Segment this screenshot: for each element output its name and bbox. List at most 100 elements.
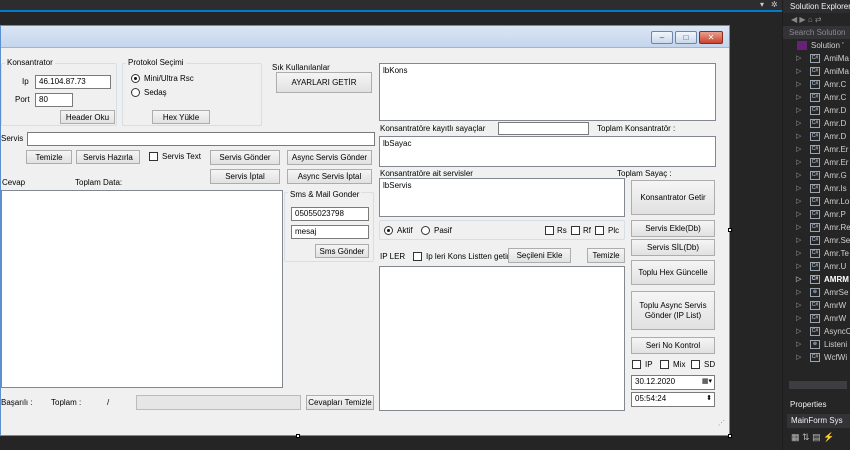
aktif-radio[interactable] [384, 226, 393, 235]
kayitli-sayac-field[interactable] [498, 122, 589, 135]
se-search-input[interactable]: Search Solution [783, 26, 850, 39]
expand-arrow-icon[interactable]: ▷ [796, 143, 801, 156]
project-item[interactable]: ▷ C# AsyncC [783, 325, 850, 338]
ayarlari-getir-button[interactable]: AYARLARI GETİR [276, 72, 372, 93]
project-item[interactable]: ▷ C# AmrW [783, 312, 850, 325]
calendar-dropdown-icon[interactable]: ▦▾ [702, 376, 712, 388]
plc-checkbox[interactable] [595, 226, 604, 235]
servis-temizle-button[interactable]: Temizle [26, 150, 72, 164]
se-horizontal-scrollbar[interactable] [789, 381, 847, 389]
expand-arrow-icon[interactable]: ▷ [796, 286, 801, 299]
sms-message-field[interactable]: mesaj [291, 225, 369, 239]
gear-icon[interactable]: ✲ [771, 0, 778, 9]
protokol-radio-sedas[interactable] [131, 88, 140, 97]
back-icon[interactable]: ◀ [791, 15, 797, 24]
selection-handle-bottom[interactable] [296, 434, 300, 438]
async-servis-iptal-button[interactable]: Async Servis İptal [287, 169, 372, 184]
expand-arrow-icon[interactable]: ▷ [796, 312, 801, 325]
konsantrator-getir-button[interactable]: Konsantrator Getir [631, 180, 715, 215]
expand-arrow-icon[interactable]: ▷ [796, 351, 801, 364]
sms-phone-field[interactable]: 05055023798 [291, 207, 369, 221]
expand-arrow-icon[interactable]: ▷ [796, 273, 801, 286]
alphabetical-icon[interactable]: ⇅ [802, 432, 810, 442]
servis-sil-button[interactable]: Servis SİL(Db) [631, 239, 715, 256]
sd-checkbox[interactable] [691, 360, 700, 369]
ipler-kons-checkbox[interactable] [413, 252, 422, 261]
project-item[interactable]: ▷ C# Amr.Re [783, 221, 850, 234]
hex-yukle-button[interactable]: Hex Yükle [152, 110, 210, 124]
rf-checkbox[interactable] [571, 226, 580, 235]
project-item[interactable]: ▷ C# Amr.Se [783, 234, 850, 247]
pasif-radio[interactable] [421, 226, 430, 235]
servis-iptal-button[interactable]: Servis İptal [210, 169, 280, 184]
home-icon[interactable]: ⌂ [808, 15, 813, 24]
project-item[interactable]: ▷ C# Amr.P [783, 208, 850, 221]
project-item[interactable]: ▷ C# AmiMa [783, 52, 850, 65]
minimize-button[interactable]: – [651, 31, 673, 44]
expand-arrow-icon[interactable]: ▷ [796, 195, 801, 208]
sayac-list[interactable]: lbSayac [379, 136, 716, 167]
mix-checkbox[interactable] [660, 360, 669, 369]
sync-icon[interactable]: ⇄ [815, 15, 822, 24]
port-field[interactable]: 80 [35, 93, 73, 107]
header-oku-button[interactable]: Header Oku [60, 110, 115, 124]
selection-handle-corner[interactable] [728, 434, 732, 438]
expand-arrow-icon[interactable]: ▷ [796, 65, 801, 78]
project-item[interactable]: ▷ C# Amr.Te [783, 247, 850, 260]
properties-object-selector[interactable]: MainForm Sys [787, 414, 850, 428]
project-item[interactable]: ▷ ⊕ Listeni [783, 338, 850, 351]
properties-icon[interactable]: ▤ [812, 432, 821, 442]
project-item[interactable]: ▷ C# Amr.Er [783, 143, 850, 156]
project-item[interactable]: ▷ C# Amr.Is [783, 182, 850, 195]
expand-arrow-icon[interactable]: ▷ [796, 91, 801, 104]
ip-field[interactable]: 46.104.87.73 [35, 75, 111, 89]
expand-arrow-icon[interactable]: ▷ [796, 52, 801, 65]
time-picker[interactable]: 05:54:24 ⬍ [631, 392, 715, 407]
project-item[interactable]: ▷ ⊕ AmrSe [783, 286, 850, 299]
expand-arrow-icon[interactable]: ▷ [796, 299, 801, 312]
kons-list[interactable]: lbKons [379, 63, 716, 121]
project-item[interactable]: ▷ C# Amr.G [783, 169, 850, 182]
spinner-icon[interactable]: ⬍ [706, 393, 712, 405]
expand-arrow-icon[interactable]: ▷ [796, 234, 801, 247]
expand-arrow-icon[interactable]: ▷ [796, 221, 801, 234]
toplu-async-button[interactable]: Toplu Async Servis Gönder (IP List) [631, 291, 715, 330]
toplu-hex-button[interactable]: Toplu Hex Güncelle [631, 260, 715, 285]
project-item[interactable]: ▷ C# Amr.D [783, 104, 850, 117]
categorized-icon[interactable]: ▦ [791, 432, 800, 442]
maximize-button[interactable]: □ [675, 31, 697, 44]
servis-gonder-button[interactable]: Servis Gönder [210, 150, 280, 165]
secileni-ekle-button[interactable]: Seçileni Ekle [508, 248, 571, 263]
resize-grip-icon[interactable]: ⋰ [718, 419, 725, 427]
expand-arrow-icon[interactable]: ▷ [796, 104, 801, 117]
servis-hazirla-button[interactable]: Servis Hazırla [76, 150, 140, 164]
close-button[interactable]: ✕ [699, 31, 723, 44]
cevap-textarea[interactable] [1, 190, 283, 388]
servis-ekle-button[interactable]: Servis Ekle(Db) [631, 220, 715, 237]
forward-icon[interactable]: ▶ [799, 15, 805, 24]
project-item[interactable]: ▷ C# Amr.Lo [783, 195, 850, 208]
ip-list[interactable] [379, 266, 625, 411]
expand-arrow-icon[interactable]: ▷ [796, 156, 801, 169]
expand-arrow-icon[interactable]: ▷ [796, 247, 801, 260]
expand-arrow-icon[interactable]: ▷ [796, 208, 801, 221]
servis-text-checkbox[interactable] [149, 152, 158, 161]
expand-arrow-icon[interactable]: ▷ [796, 130, 801, 143]
project-item[interactable]: ▷ C# Amr.Er [783, 156, 850, 169]
project-item[interactable]: ▷ C# WcfWi [783, 351, 850, 364]
project-item[interactable]: ▷ C# Amr.D [783, 117, 850, 130]
solution-node[interactable]: Solution ' [783, 39, 850, 52]
ip-temizle-button[interactable]: Temizle [587, 248, 625, 263]
dropdown-icon[interactable]: ▾ [760, 0, 764, 9]
sms-gonder-button[interactable]: Sms Gönder [315, 244, 369, 258]
project-item[interactable]: ▷ C# Amr.C [783, 78, 850, 91]
project-item[interactable]: ▷ C# Amr.C [783, 91, 850, 104]
events-icon[interactable]: ⚡ [823, 432, 834, 442]
protokol-radio-mini[interactable] [131, 74, 140, 83]
expand-arrow-icon[interactable]: ▷ [796, 260, 801, 273]
project-item[interactable]: ▷ C# AmrW [783, 299, 850, 312]
selection-handle-right[interactable] [728, 228, 732, 232]
expand-arrow-icon[interactable]: ▷ [796, 117, 801, 130]
cevaplari-temizle-button[interactable]: Cevapları Temizle [306, 395, 374, 410]
project-item[interactable]: ▷ C# Amr.D [783, 130, 850, 143]
